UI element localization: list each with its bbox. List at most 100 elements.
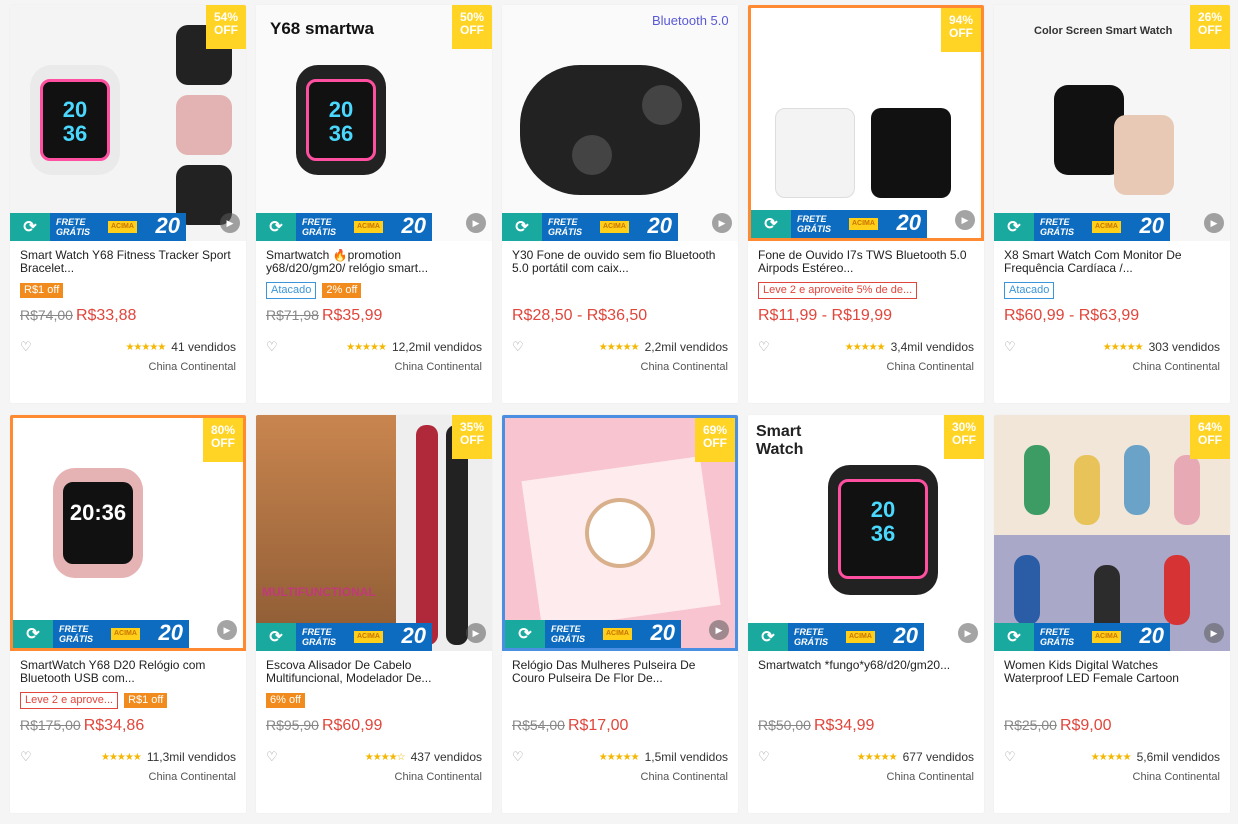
- product-title[interactable]: Women Kids Digital Watches Waterproof LE…: [1004, 659, 1220, 685]
- original-price: R$175,00: [20, 717, 81, 733]
- play-icon[interactable]: ▶: [712, 213, 732, 233]
- product-image[interactable]: 64% OFF ⟳ FRETE GRÁTIS ACIMA 20 ▶: [994, 415, 1230, 651]
- rating-stars: ★★★★★: [346, 341, 387, 353]
- original-price: R$25,00: [1004, 717, 1057, 733]
- origin-label: China Continental: [886, 771, 974, 783]
- current-price: R$34,86: [83, 717, 145, 734]
- play-icon[interactable]: ▶: [466, 623, 486, 643]
- product-title[interactable]: Smart Watch Y68 Fitness Tracker Sport Br…: [20, 249, 236, 275]
- rating-stars: ★★★★★: [856, 751, 898, 763]
- sold-count: 11,3mil vendidos: [146, 750, 236, 764]
- product-card[interactable]: 64% OFF ⟳ FRETE GRÁTIS ACIMA 20 ▶ Women Ki…: [994, 415, 1230, 813]
- product-card[interactable]: MULTIFUNCTIONAL 35% OFF ⟳ FRETE GRÁTIS ACI…: [256, 415, 492, 813]
- rating-stars: ★★★★★: [125, 341, 166, 353]
- discount-badge: 80% OFF: [203, 418, 243, 462]
- shipping-icon: ⟳: [13, 620, 53, 648]
- heart-icon[interactable]: ♡: [1004, 339, 1024, 355]
- sold-count: 437 vendidos: [410, 750, 482, 764]
- origin-label: China Continental: [640, 361, 728, 373]
- tag-row: R$1 off: [20, 279, 236, 301]
- current-price: R$35,99: [321, 307, 383, 324]
- original-price: R$74,00: [20, 307, 73, 323]
- product-image[interactable]: Color Screen Smart Watch 26% OFF ⟳ FRETE G…: [994, 5, 1230, 241]
- free-shipping-banner: ⟳ FRETE GRÁTIS ACIMA 20: [748, 623, 924, 651]
- play-icon[interactable]: ▶: [955, 210, 975, 230]
- discount-badge: 50% OFF: [452, 5, 492, 49]
- heart-icon[interactable]: ♡: [758, 749, 778, 765]
- product-title[interactable]: X8 Smart Watch Com Monitor De Frequência…: [1004, 249, 1220, 275]
- price-row: R$71,98 R$35,99: [266, 307, 482, 329]
- heart-icon[interactable]: ♡: [20, 749, 40, 765]
- promo-tag: Atacado: [1004, 281, 1055, 299]
- heart-icon[interactable]: ♡: [1004, 749, 1024, 765]
- product-image[interactable]: Smart Watch 20 36 30% OFF ⟳ FRETE GRÁTIS ACIM…: [748, 415, 984, 651]
- product-image[interactable]: Y68 smartwa 20 36 50% OFF ⟳ FRETE GRÁTIS ACI…: [256, 5, 492, 241]
- product-title[interactable]: Y30 Fone de ouvido sem fio Bluetooth 5.0…: [512, 249, 728, 275]
- shipping-icon: ⟳: [748, 623, 788, 651]
- shipping-icon: ⟳: [994, 213, 1034, 241]
- play-icon[interactable]: ▶: [958, 623, 978, 643]
- sold-count: 2,2mil vendidos: [644, 340, 728, 354]
- current-price: R$60,99: [321, 717, 383, 734]
- heart-icon[interactable]: ♡: [512, 749, 532, 765]
- product-card[interactable]: Bluetooth 5.0 ⟳ FRETE GRÁTIS ACIMA 20 ▶ Y…: [502, 5, 738, 403]
- play-icon[interactable]: ▶: [466, 213, 486, 233]
- play-icon[interactable]: ▶: [709, 620, 729, 640]
- shipping-icon: ⟳: [256, 623, 296, 651]
- play-icon[interactable]: ▶: [1204, 213, 1224, 233]
- sold-count: 5,6mil vendidos: [1136, 750, 1220, 764]
- product-card[interactable]: 69% OFF ⟳ FRETE GRÁTIS ACIMA 20 ▶ Relógio …: [502, 415, 738, 813]
- play-icon[interactable]: ▶: [1204, 623, 1224, 643]
- heart-icon[interactable]: ♡: [758, 339, 778, 355]
- product-card[interactable]: Color Screen Smart Watch 26% OFF ⟳ FRETE G…: [994, 5, 1230, 403]
- price-row: R$95,90 R$60,99: [266, 717, 482, 739]
- product-title[interactable]: Smartwatch *fungo*y68/d20/gm20...: [758, 659, 974, 685]
- price-row: R$60,99 - R$63,99: [1004, 307, 1220, 329]
- product-card[interactable]: 20:36 80% OFF ⟳ FRETE GRÁTIS ACIMA 20 ▶ Sm…: [10, 415, 246, 813]
- rating-stars: ★★★★★: [598, 751, 640, 763]
- origin-label: China Continental: [1132, 361, 1220, 373]
- sold-count: 677 vendidos: [902, 750, 974, 764]
- free-shipping-banner: ⟳ FRETE GRÁTIS ACIMA 20: [502, 213, 678, 241]
- product-card[interactable]: 20 36 54% OFF ⟳ FRETE GRÁTIS ACIMA 20 ▶ Sma…: [10, 5, 246, 403]
- discount-badge: 94% OFF: [941, 8, 981, 52]
- sold-count: 41 vendidos: [171, 340, 236, 354]
- product-card[interactable]: Y68 smartwa 20 36 50% OFF ⟳ FRETE GRÁTIS ACI…: [256, 5, 492, 403]
- promo-tag: Leve 2 e aprove...: [20, 691, 119, 709]
- discount-badge: 35% OFF: [452, 415, 492, 459]
- free-shipping-banner: ⟳ FRETE GRÁTIS ACIMA 20: [13, 620, 189, 648]
- promo-tag: 2% off: [322, 282, 362, 298]
- promo-tag: 6% off: [266, 692, 305, 708]
- product-title[interactable]: Smartwatch 🔥promotion y68/d20/gm20/ reló…: [266, 249, 482, 275]
- current-price: R$9,00: [1059, 717, 1112, 734]
- product-title[interactable]: Fone de Ouvido I7s TWS Bluetooth 5.0 Air…: [758, 249, 974, 275]
- product-image[interactable]: 20 36 54% OFF ⟳ FRETE GRÁTIS ACIMA 20 ▶: [10, 5, 246, 241]
- heart-icon[interactable]: ♡: [20, 339, 40, 355]
- shipping-icon: ⟳: [994, 623, 1034, 651]
- rating-stars: ★★★★☆: [364, 751, 406, 763]
- origin-label: China Continental: [148, 771, 236, 783]
- origin-label: China Continental: [394, 361, 482, 373]
- discount-badge: 54% OFF: [206, 5, 246, 49]
- product-card[interactable]: 94% OFF ⟳ FRETE GRÁTIS ACIMA 20 ▶ Fone de …: [748, 5, 984, 403]
- product-card[interactable]: Smart Watch 20 36 30% OFF ⟳ FRETE GRÁTIS ACIM…: [748, 415, 984, 813]
- current-price: R$17,00: [567, 717, 629, 734]
- product-title[interactable]: SmartWatch Y68 D20 Relógio com Bluetooth…: [20, 659, 236, 685]
- free-shipping-banner: ⟳ FRETE GRÁTIS ACIMA 20: [994, 213, 1170, 241]
- product-title[interactable]: Escova Alisador De Cabelo Multifuncional…: [266, 659, 482, 685]
- product-image[interactable]: 69% OFF ⟳ FRETE GRÁTIS ACIMA 20 ▶: [502, 415, 738, 651]
- product-image[interactable]: 20:36 80% OFF ⟳ FRETE GRÁTIS ACIMA 20 ▶: [10, 415, 246, 651]
- product-image[interactable]: MULTIFUNCTIONAL 35% OFF ⟳ FRETE GRÁTIS ACI…: [256, 415, 492, 651]
- heart-icon[interactable]: ♡: [266, 749, 286, 765]
- heart-icon[interactable]: ♡: [512, 339, 532, 355]
- price-row: R$175,00 R$34,86: [20, 717, 236, 739]
- heart-icon[interactable]: ♡: [266, 339, 286, 355]
- shipping-icon: ⟳: [751, 210, 791, 238]
- sold-count: 3,4mil vendidos: [890, 340, 974, 354]
- product-image[interactable]: Bluetooth 5.0 ⟳ FRETE GRÁTIS ACIMA 20 ▶: [502, 5, 738, 241]
- free-shipping-banner: ⟳ FRETE GRÁTIS ACIMA 20: [256, 213, 432, 241]
- product-image[interactable]: 94% OFF ⟳ FRETE GRÁTIS ACIMA 20 ▶: [748, 5, 984, 241]
- play-icon[interactable]: ▶: [217, 620, 237, 640]
- product-title[interactable]: Relógio Das Mulheres Pulseira De Couro P…: [512, 659, 728, 685]
- play-icon[interactable]: ▶: [220, 213, 240, 233]
